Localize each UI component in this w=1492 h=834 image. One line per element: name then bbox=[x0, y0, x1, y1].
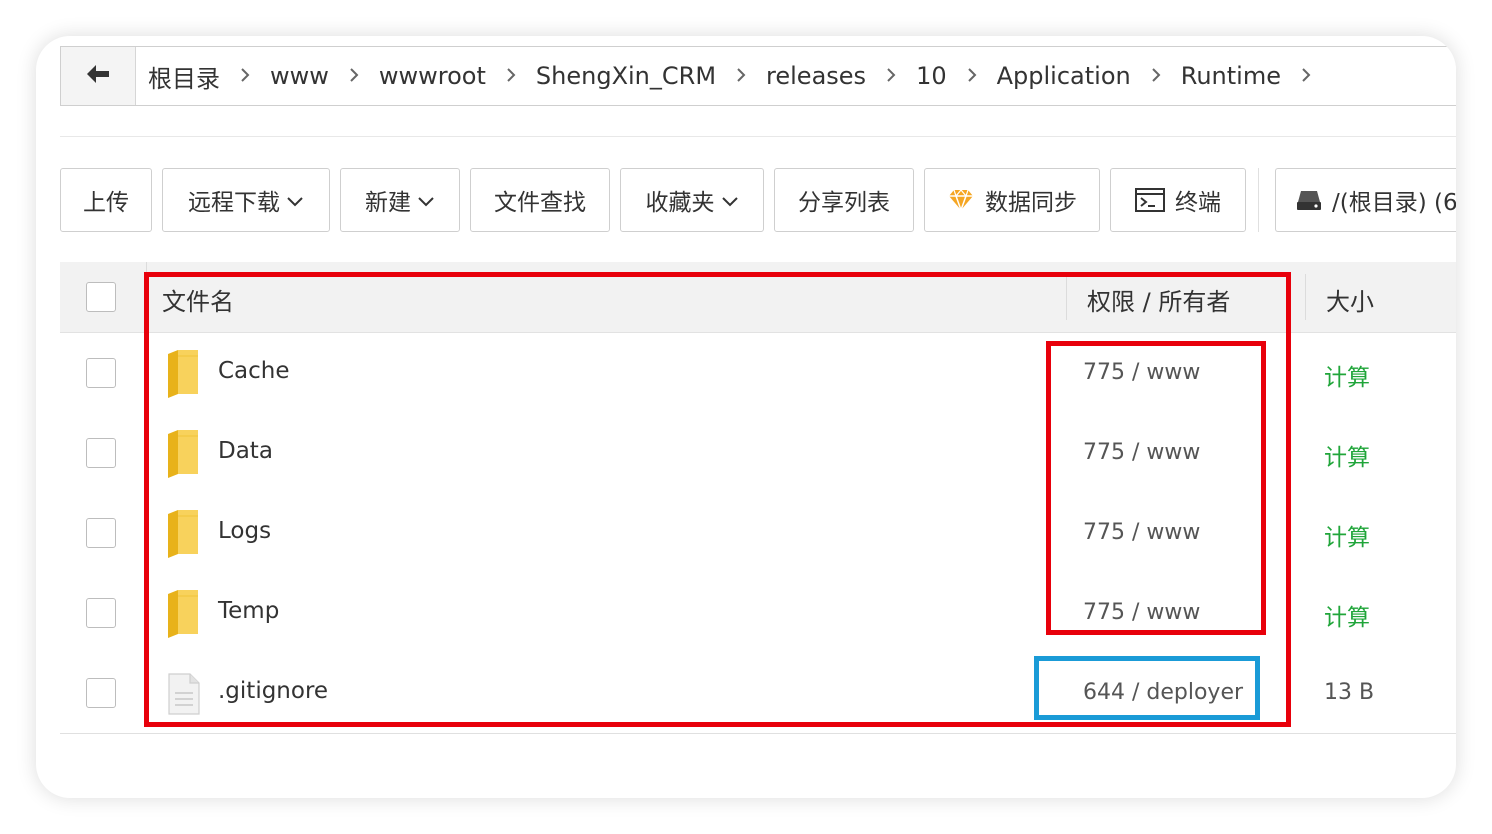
table-row[interactable]: Logs 775 / www 计算 bbox=[60, 493, 1456, 574]
permission-owner[interactable]: 775 / www bbox=[1083, 440, 1200, 465]
folder-icon bbox=[166, 350, 200, 402]
breadcrumb-item-www[interactable]: www bbox=[270, 62, 329, 90]
new-button[interactable]: 新建 bbox=[340, 168, 460, 232]
select-all-checkbox[interactable] bbox=[86, 282, 116, 312]
row-checkbox[interactable] bbox=[86, 438, 116, 468]
favorites-label: 收藏夹 bbox=[645, 190, 715, 216]
breadcrumb-item-root[interactable]: 根目录 bbox=[148, 59, 220, 94]
header-filename[interactable]: 文件名 bbox=[162, 282, 234, 317]
chevron-right-icon bbox=[967, 64, 977, 88]
calculate-size-link[interactable]: 计算 bbox=[1324, 598, 1370, 632]
calculate-size-link[interactable]: 计算 bbox=[1324, 358, 1370, 392]
file-name[interactable]: Data bbox=[218, 438, 273, 464]
disk-button[interactable]: /(根目录) (6 bbox=[1275, 168, 1456, 232]
chevron-right-icon bbox=[736, 64, 746, 88]
permission-owner[interactable]: 644 / deployer bbox=[1083, 680, 1243, 705]
table-header: 文件名 权限 / 所有者 大小 bbox=[60, 262, 1456, 333]
calculate-size-link[interactable]: 计算 bbox=[1324, 518, 1370, 552]
new-label: 新建 bbox=[365, 190, 411, 216]
chevron-right-icon bbox=[1151, 64, 1161, 88]
chevron-down-icon bbox=[417, 187, 435, 213]
table-row[interactable]: Data 775 / www 计算 bbox=[60, 413, 1456, 494]
chevron-right-icon bbox=[349, 64, 359, 88]
table-row[interactable]: Temp 775 / www 计算 bbox=[60, 573, 1456, 654]
arrow-left-icon bbox=[85, 64, 111, 88]
column-divider bbox=[146, 262, 147, 332]
upload-button[interactable]: 上传 bbox=[60, 168, 152, 232]
file-size: 13 B bbox=[1324, 680, 1375, 705]
chevron-down-icon bbox=[721, 187, 739, 213]
data-sync-button[interactable]: 数据同步 bbox=[924, 168, 1100, 232]
breadcrumb-item-application[interactable]: Application bbox=[997, 62, 1131, 90]
upload-label: 上传 bbox=[83, 190, 129, 216]
disk-icon bbox=[1296, 189, 1322, 211]
breadcrumb-item-wwwroot[interactable]: wwwroot bbox=[379, 62, 486, 90]
calculate-size-link[interactable]: 计算 bbox=[1324, 438, 1370, 472]
file-name[interactable]: Cache bbox=[218, 358, 290, 384]
breadcrumb-item-shengxin-crm[interactable]: ShengXin_CRM bbox=[536, 62, 716, 90]
favorites-button[interactable]: 收藏夹 bbox=[620, 168, 764, 232]
share-list-button[interactable]: 分享列表 bbox=[774, 168, 914, 232]
toolbar-divider bbox=[1258, 168, 1259, 232]
diamond-icon bbox=[947, 188, 975, 212]
toolbar: 上传 远程下载 新建 文件查找 收藏夹 分享列表 数据同步 终端 /(根目录) … bbox=[60, 168, 1456, 234]
permission-owner[interactable]: 775 / www bbox=[1083, 600, 1200, 625]
divider bbox=[60, 136, 1456, 137]
chevron-right-icon bbox=[886, 64, 896, 88]
folder-icon bbox=[166, 510, 200, 562]
column-divider bbox=[1305, 274, 1306, 320]
terminal-button[interactable]: 终端 bbox=[1110, 168, 1246, 232]
column-divider bbox=[1066, 274, 1067, 320]
table-row[interactable]: .gitignore 644 / deployer 13 B bbox=[60, 653, 1456, 734]
permission-owner[interactable]: 775 / www bbox=[1083, 360, 1200, 385]
file-search-label: 文件查找 bbox=[494, 190, 586, 216]
terminal-label: 终端 bbox=[1175, 190, 1221, 216]
folder-icon bbox=[166, 430, 200, 482]
file-manager-panel: 根目录 www wwwroot ShengXin_CRM releases 10… bbox=[36, 36, 1456, 798]
folder-icon bbox=[166, 590, 200, 642]
row-checkbox[interactable] bbox=[86, 358, 116, 388]
remote-download-label: 远程下载 bbox=[188, 190, 280, 216]
row-checkbox[interactable] bbox=[86, 598, 116, 628]
permission-owner[interactable]: 775 / www bbox=[1083, 520, 1200, 545]
data-sync-label: 数据同步 bbox=[985, 190, 1077, 216]
row-checkbox[interactable] bbox=[86, 518, 116, 548]
file-icon bbox=[168, 673, 200, 719]
chevron-right-icon bbox=[240, 64, 250, 88]
header-size[interactable]: 大小 bbox=[1326, 282, 1374, 317]
back-button[interactable] bbox=[61, 47, 136, 105]
breadcrumb-item-10[interactable]: 10 bbox=[916, 62, 947, 90]
terminal-icon bbox=[1135, 188, 1165, 212]
file-name[interactable]: .gitignore bbox=[218, 678, 328, 704]
file-name[interactable]: Temp bbox=[218, 598, 279, 624]
header-permission[interactable]: 权限 / 所有者 bbox=[1087, 282, 1230, 317]
share-list-label: 分享列表 bbox=[798, 190, 890, 216]
chevron-right-icon bbox=[1301, 64, 1311, 88]
row-checkbox[interactable] bbox=[86, 678, 116, 708]
file-search-button[interactable]: 文件查找 bbox=[470, 168, 610, 232]
chevron-down-icon bbox=[286, 187, 304, 213]
table-row[interactable]: Cache 775 / www 计算 bbox=[60, 333, 1456, 414]
chevron-right-icon bbox=[506, 64, 516, 88]
file-name[interactable]: Logs bbox=[218, 518, 271, 544]
disk-label: /(根目录) (6 bbox=[1332, 190, 1456, 216]
breadcrumb-item-runtime[interactable]: Runtime bbox=[1181, 62, 1281, 90]
breadcrumb: 根目录 www wwwroot ShengXin_CRM releases 10… bbox=[60, 46, 1456, 106]
breadcrumb-item-releases[interactable]: releases bbox=[766, 62, 866, 90]
remote-download-button[interactable]: 远程下载 bbox=[162, 168, 330, 232]
